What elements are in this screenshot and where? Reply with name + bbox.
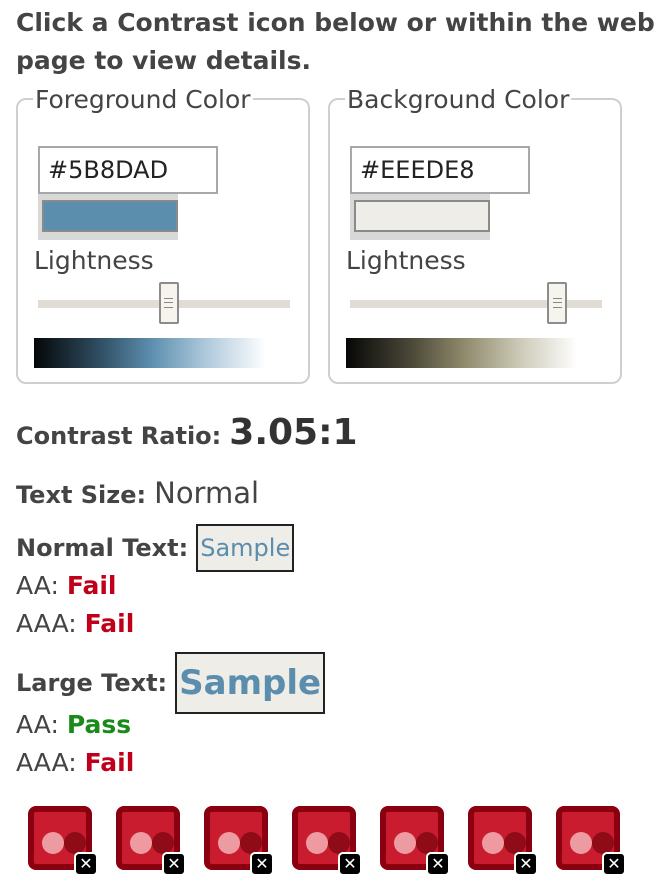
large-aa-result: AA: Pass	[16, 709, 131, 741]
background-lightness-gradient	[346, 338, 578, 368]
normal-text-row: Normal Text: Sample	[16, 524, 295, 572]
light-dot	[130, 832, 152, 854]
light-dot	[306, 832, 328, 854]
background-legend: Background Color	[345, 85, 572, 114]
foreground-swatch-button[interactable]	[38, 194, 178, 240]
light-dot	[482, 832, 504, 854]
light-dot	[394, 832, 416, 854]
fail-x-icon: ✕	[602, 852, 626, 876]
contrast-icon[interactable]: ✕	[556, 806, 626, 876]
foreground-lightness-gradient	[34, 338, 266, 368]
normal-aaa-value: Fail	[84, 609, 135, 638]
light-dot	[570, 832, 592, 854]
background-swatch	[354, 200, 490, 232]
text-size-label: Text Size:	[16, 481, 147, 509]
grip-icon	[164, 298, 174, 308]
contrast-icon[interactable]: ✕	[204, 806, 274, 876]
foreground-lightness-label: Lightness	[34, 246, 154, 275]
contrast-ratio: Contrast Ratio: 3.05:1	[16, 412, 358, 462]
contrast-panel: Click a Contrast icon below or within th…	[0, 0, 664, 884]
fail-x-icon: ✕	[162, 852, 186, 876]
normal-aa-label: AA:	[16, 571, 59, 600]
dark-dot	[240, 832, 262, 854]
dark-dot	[416, 832, 438, 854]
large-aa-value: Pass	[66, 710, 132, 739]
light-dot	[218, 832, 240, 854]
contrast-icon[interactable]: ✕	[468, 806, 538, 876]
contrast-icon-list: ✕ ✕ ✕ ✕ ✕ ✕ ✕	[28, 806, 638, 876]
dark-dot	[64, 832, 86, 854]
normal-aa-value: Fail	[66, 571, 117, 600]
background-color-group: Background Color #EEEDE8 Lightness	[328, 87, 622, 384]
background-lightness-slider-thumb[interactable]	[547, 282, 568, 324]
fail-x-icon: ✕	[426, 852, 450, 876]
contrast-icon[interactable]: ✕	[116, 806, 186, 876]
foreground-swatch	[42, 200, 178, 232]
large-text-label: Large Text:	[16, 669, 168, 697]
normal-aa-result: AA: Fail	[16, 570, 116, 602]
large-aa-label: AA:	[16, 710, 59, 739]
contrast-icon[interactable]: ✕	[28, 806, 98, 876]
contrast-ratio-value: 3.05:1	[229, 412, 358, 453]
fail-x-icon: ✕	[250, 852, 274, 876]
fail-x-icon: ✕	[338, 852, 362, 876]
foreground-color-group: Foreground Color #5B8DAD Lightness	[16, 87, 310, 384]
normal-aaa-label: AAA:	[16, 609, 77, 638]
instructions-text: Click a Contrast icon below or within th…	[16, 8, 655, 75]
large-aaa-value: Fail	[84, 748, 135, 777]
contrast-icon[interactable]: ✕	[380, 806, 450, 876]
light-dot	[42, 832, 64, 854]
grip-icon	[552, 298, 562, 308]
dark-dot	[328, 832, 350, 854]
background-hex-input[interactable]: #EEEDE8	[350, 146, 530, 194]
foreground-lightness-slider-thumb[interactable]	[158, 282, 179, 324]
foreground-hex-input[interactable]: #5B8DAD	[38, 146, 218, 194]
dark-dot	[504, 832, 526, 854]
normal-text-label: Normal Text:	[16, 534, 189, 562]
fail-x-icon: ✕	[74, 852, 98, 876]
text-size-value: Normal	[154, 476, 260, 510]
large-aaa-label: AAA:	[16, 748, 77, 777]
large-text-row: Large Text: Sample	[16, 652, 326, 714]
fail-x-icon: ✕	[514, 852, 538, 876]
background-swatch-button[interactable]	[350, 194, 490, 240]
dark-dot	[592, 832, 614, 854]
contrast-ratio-label: Contrast Ratio:	[16, 422, 222, 450]
background-lightness-label: Lightness	[346, 246, 466, 275]
text-size: Text Size: Normal	[16, 476, 259, 510]
foreground-legend: Foreground Color	[33, 85, 253, 114]
normal-text-sample: Sample	[196, 524, 295, 572]
dark-dot	[152, 832, 174, 854]
large-aaa-result: AAA: Fail	[16, 747, 134, 779]
normal-aaa-result: AAA: Fail	[16, 608, 134, 640]
large-text-sample: Sample	[175, 652, 326, 714]
contrast-icon[interactable]: ✕	[292, 806, 362, 876]
